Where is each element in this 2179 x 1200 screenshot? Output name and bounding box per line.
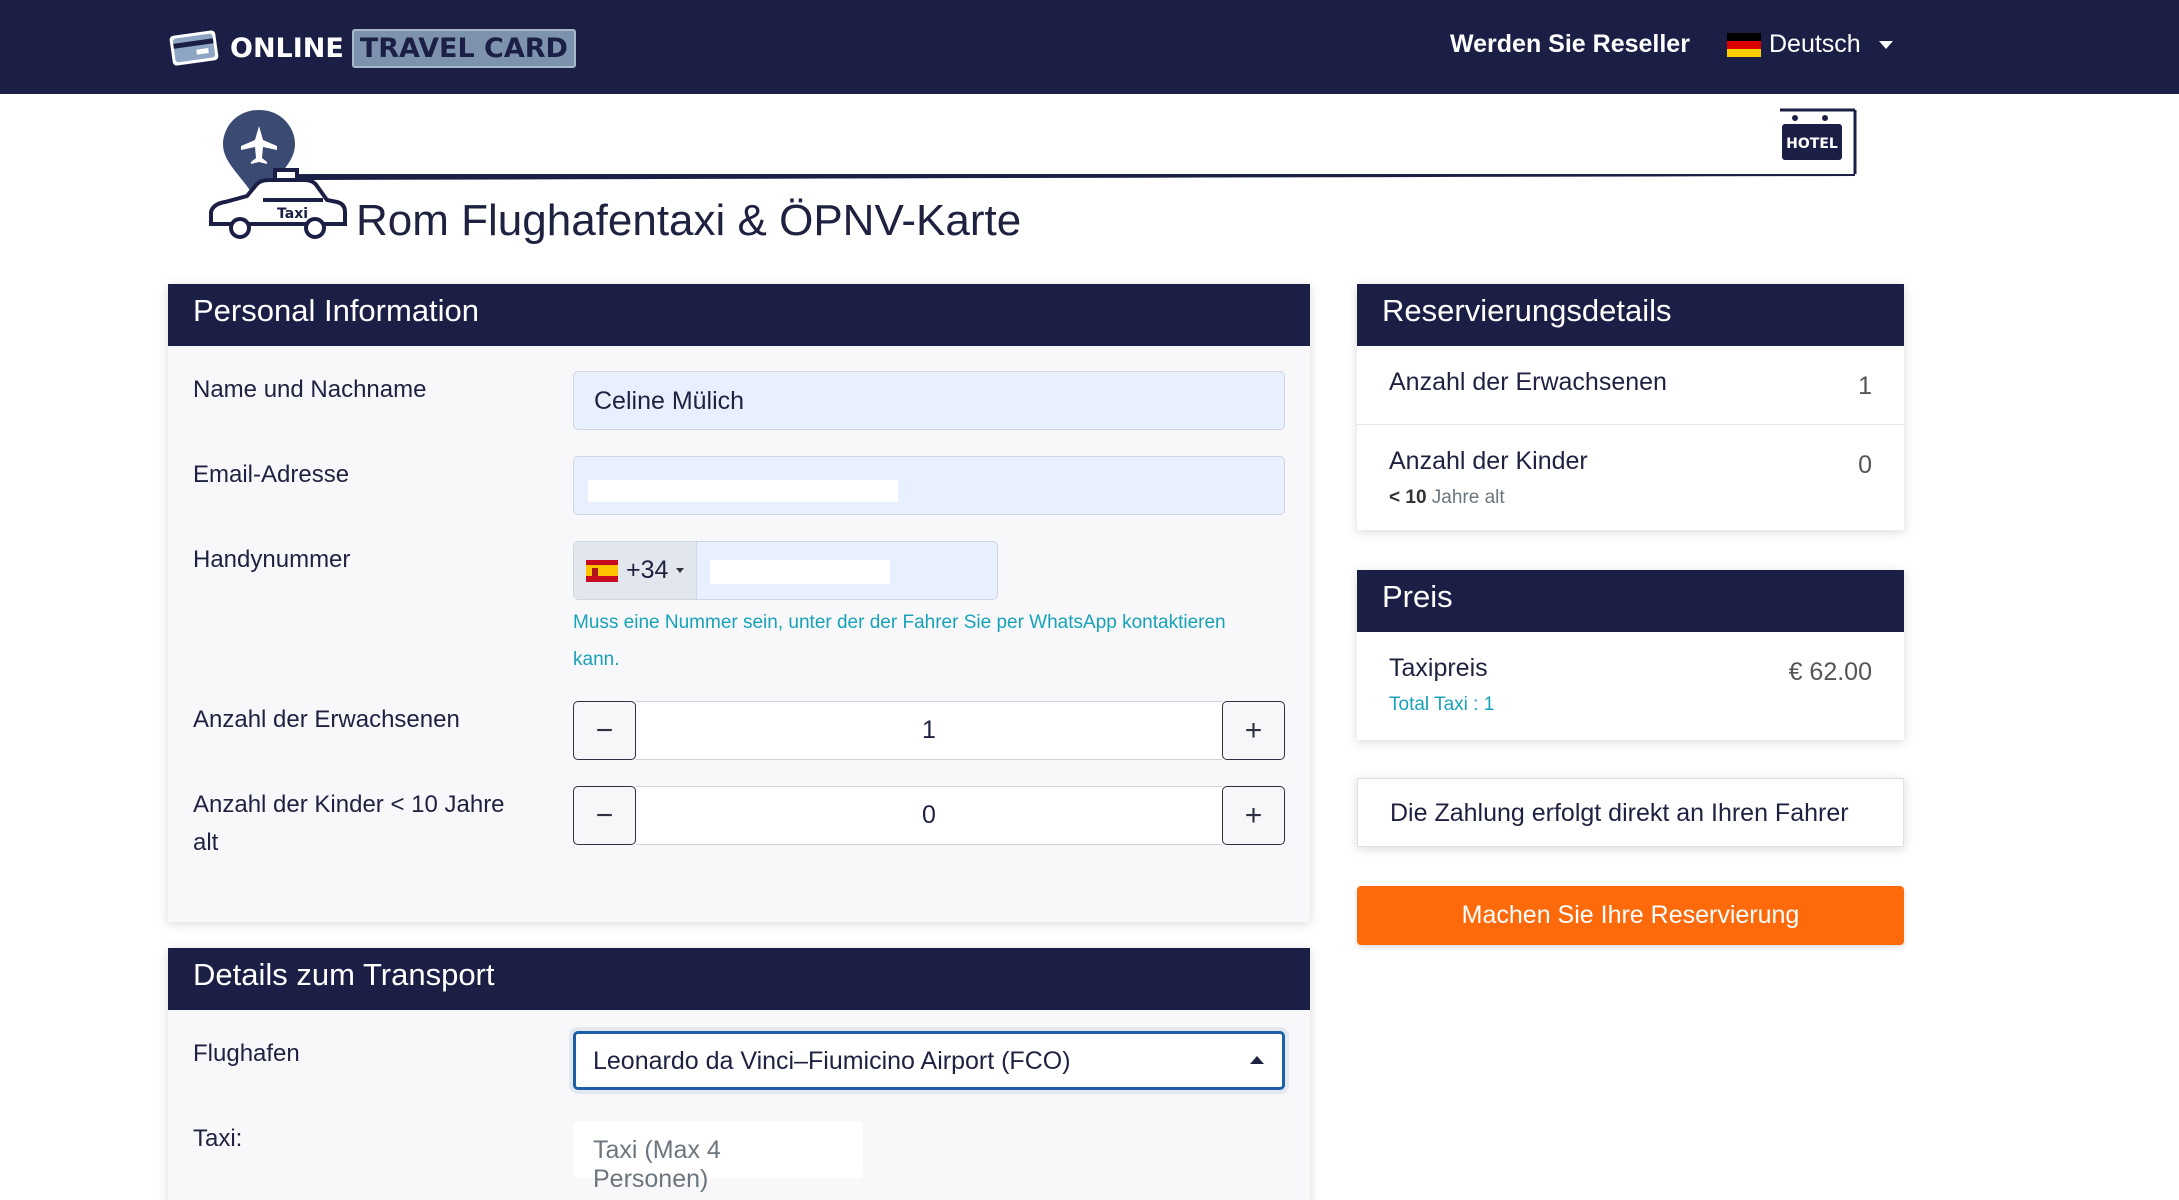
summary-children-label: Anzahl der Kinder [1389, 447, 1588, 475]
adults-stepper: − 1 + [573, 701, 1285, 760]
price-header: Preis [1357, 570, 1904, 632]
email-label: Email-Adresse [193, 461, 350, 488]
taxi-label: Taxi: [193, 1125, 243, 1152]
summary-children-sub: < 10 Jahre alt [1389, 487, 1505, 508]
children-count-input[interactable]: 0 [636, 786, 1222, 845]
brand-logo[interactable]: ONLINE TRAVEL CARD [168, 26, 576, 70]
summary-children-value: 0 [1858, 451, 1872, 479]
phone-redaction [710, 560, 890, 584]
transport-details-card: Details zum Transport Flughafen Leonardo… [168, 948, 1310, 1200]
credit-card-icon [169, 30, 219, 66]
taxi-price-label: Taxipreis [1389, 654, 1488, 682]
reservation-details-header: Reservierungsdetails [1357, 284, 1904, 346]
route-line [265, 174, 1855, 180]
children-decrement-button[interactable]: − [573, 786, 636, 845]
top-navbar: ONLINE TRAVEL CARD Werden Sie Reseller D… [0, 0, 2179, 94]
hotel-sign-text: HOTEL [1786, 136, 1838, 152]
airport-label: Flughafen [193, 1040, 300, 1067]
total-taxi-text: Total Taxi : 1 [1389, 694, 1495, 715]
transport-details-header: Details zum Transport [168, 948, 1310, 1010]
payment-note: Die Zahlung erfolgt direkt an Ihren Fahr… [1357, 778, 1904, 847]
price-card: Preis Taxipreis € 62.00 Total Taxi : 1 [1357, 570, 1904, 740]
list-item: Taxipreis € 62.00 Total Taxi : 1 [1357, 632, 1904, 740]
airport-select[interactable]: Leonardo da Vinci–Fiumicino Airport (FCO… [573, 1031, 1285, 1090]
adults-label: Anzahl der Erwachsenen [193, 706, 460, 733]
children-increment-button[interactable]: + [1222, 786, 1285, 845]
name-label: Name und Nachname [193, 376, 427, 403]
logo-text-online: ONLINE [230, 32, 344, 64]
chevron-up-icon [1250, 1056, 1264, 1064]
germany-flag-icon [1727, 32, 1761, 57]
summary-adults-label: Anzahl der Erwachsenen [1389, 368, 1667, 396]
personal-information-card: Personal Information Name und Nachname C… [168, 284, 1310, 922]
summary-adults-value: 1 [1858, 372, 1872, 400]
children-label: Anzahl der Kinder < 10 Jahre alt [193, 791, 505, 856]
reserve-button[interactable]: Machen Sie Ihre Reservierung [1357, 886, 1904, 945]
children-stepper: − 0 + [573, 786, 1285, 845]
phone-label: Handynummer [193, 546, 351, 573]
adults-decrement-button[interactable]: − [573, 701, 636, 760]
country-code-select[interactable]: +34 [574, 542, 698, 599]
taxi-sign-text: Taxi [277, 206, 308, 222]
spain-flag-icon [586, 559, 618, 582]
phone-help-text: Muss eine Nummer sein, unter der der Fah… [573, 612, 1226, 670]
language-dropdown[interactable]: Deutsch [1727, 30, 1893, 59]
taxi-icon [209, 168, 347, 239]
list-item: Anzahl der Kinder 0 < 10 Jahre alt [1357, 424, 1904, 530]
airport-selected-value: Leonardo da Vinci–Fiumicino Airport (FCO… [593, 1047, 1071, 1075]
name-field[interactable]: Celine Mülich [573, 371, 1285, 430]
reservation-details-card: Reservierungsdetails Anzahl der Erwachse… [1357, 284, 1904, 530]
reseller-link[interactable]: Werden Sie Reseller [1450, 30, 1690, 59]
taxi-price-value: € 62.00 [1788, 658, 1872, 686]
dial-code-label: +34 [626, 556, 669, 584]
personal-information-header: Personal Information [168, 284, 1310, 346]
email-redaction [588, 480, 898, 502]
taxi-option[interactable]: Taxi (Max 4 Personen) [573, 1122, 863, 1193]
language-label: Deutsch [1769, 30, 1861, 58]
logo-text-travel-card: TRAVEL CARD [351, 28, 576, 68]
adults-count-input[interactable]: 1 [636, 701, 1222, 760]
page-title: Rom Flughafentaxi & ÖPNV-Karte [356, 196, 1022, 245]
chevron-down-icon [1878, 40, 1893, 49]
adults-increment-button[interactable]: + [1222, 701, 1285, 760]
list-item: Anzahl der Erwachsenen 1 [1357, 346, 1904, 424]
chevron-down-icon [676, 568, 685, 573]
